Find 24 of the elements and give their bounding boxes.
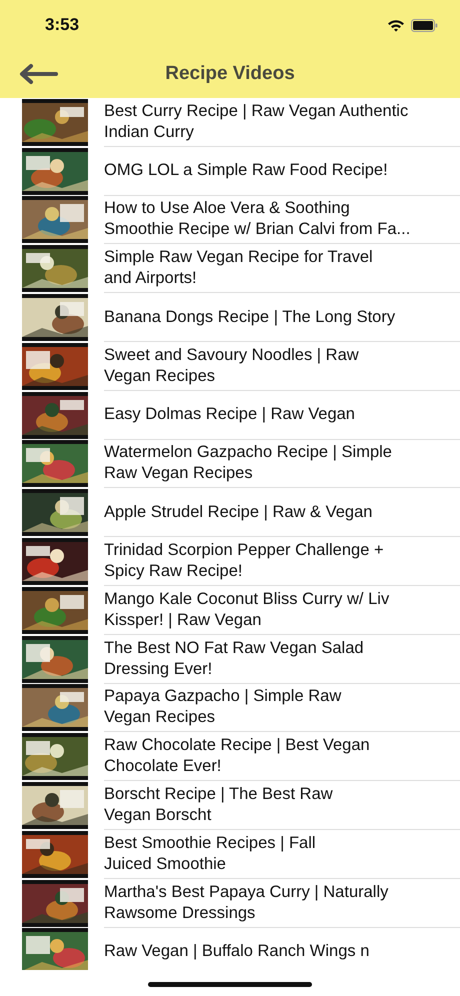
video-title[interactable]: Raw Vegan | Buffalo Ranch Wings n — [104, 940, 370, 962]
video-title[interactable]: Mango Kale Coconut Bliss Curry w/ Liv Kissper! | Raw Vegan — [104, 588, 390, 631]
video-title[interactable]: Borscht Recipe | The Best Raw Vegan Borscht — [104, 784, 333, 826]
video-title[interactable]: Trinidad Scorpion Pepper Challenge + Spicy Raw Recipe! — [104, 540, 384, 582]
video-title[interactable]: Raw Chocolate Recipe | Best Vegan Chocolate Ever! — [104, 735, 370, 778]
video-title[interactable]: Sweet and Savoury Noodles | Raw Vegan Recipes — [104, 344, 359, 387]
video-title[interactable]: Martha's Best Papaya Curry | Naturally Rawsome Dressings — [104, 882, 388, 924]
video-title[interactable]: OMG LOL a Simple Raw Food Recipe! — [104, 160, 388, 182]
back-button[interactable] — [18, 63, 58, 85]
screen-title: Recipe Videos — [165, 63, 295, 85]
back-arrow-icon — [18, 63, 58, 85]
video-title[interactable]: Easy Dolmas Recipe | Raw Vegan — [104, 404, 355, 426]
video-title[interactable]: Banana Dongs Recipe | The Long Story — [104, 306, 396, 328]
video-title[interactable]: Best Curry Recipe | Raw Vegan Authentic Indian Curry — [104, 100, 408, 143]
video-title[interactable]: Apple Strudel Recipe | Raw & Vegan — [104, 502, 372, 523]
status-time: 3:53 — [45, 15, 80, 35]
video-title[interactable]: How to Use Aloe Vera & Soothing Smoothie Recipe w/ Brian Calvi from Fa... — [104, 198, 410, 240]
video-title[interactable]: The Best NO Fat Raw Vegan Salad Dressing Ever! — [104, 638, 364, 680]
video-title[interactable]: Best Smoothie Recipes | Fall Juiced Smoothie — [104, 832, 316, 875]
wifi-icon — [387, 18, 405, 32]
video-title[interactable]: Watermelon Gazpacho Recipe | Simple Raw Vegan Recipes — [104, 442, 392, 484]
battery-icon — [411, 18, 438, 32]
video-title[interactable]: Papaya Gazpacho | Simple Raw Vegan Recipes — [104, 686, 342, 728]
video-title[interactable]: Simple Raw Vegan Recipe for Travel and Airports! — [104, 247, 373, 290]
